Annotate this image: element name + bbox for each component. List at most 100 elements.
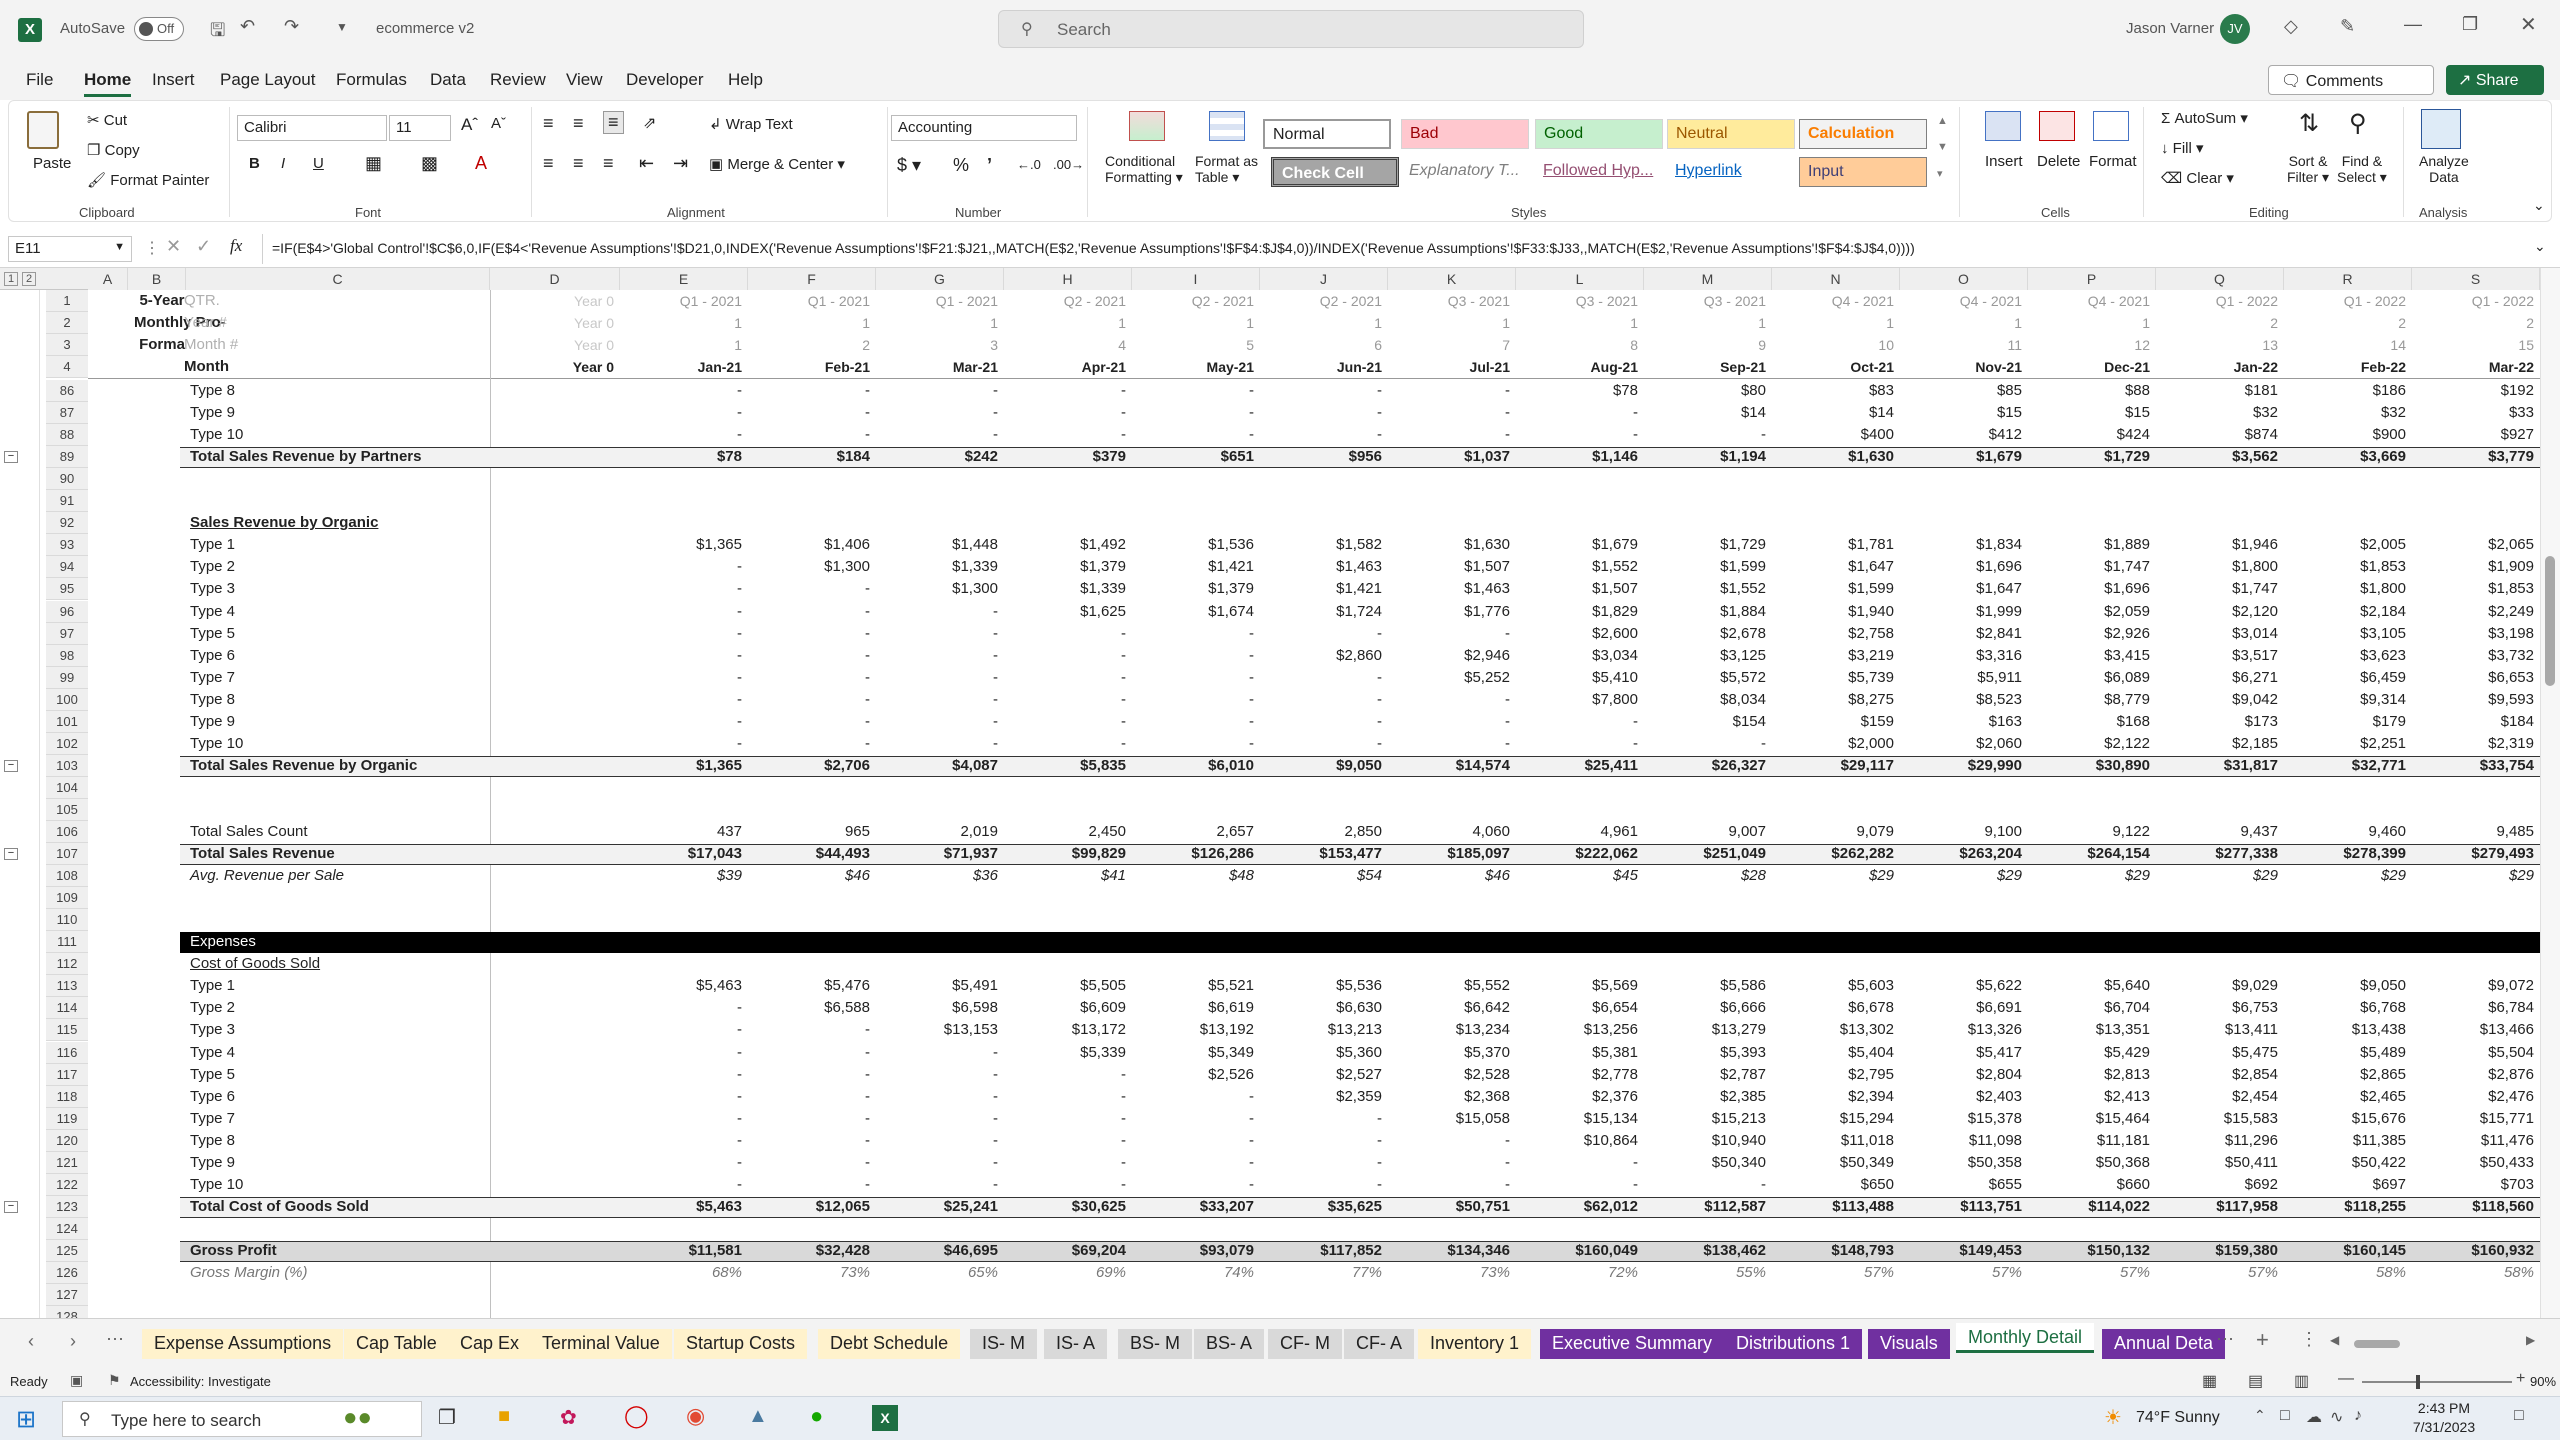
taskbar-search[interactable]: ⚲ Type here to search ●● [62,1401,422,1437]
table-cell[interactable]: $114,022 [2028,1196,2150,1218]
table-cell[interactable]: $262,282 [1772,843,1894,865]
table-cell[interactable]: - [620,667,742,689]
header-cell[interactable]: 1 [1388,312,1510,334]
upwork-icon[interactable]: ● [810,1403,823,1429]
table-cell[interactable]: $50,368 [2028,1152,2150,1174]
table-cell[interactable]: $6,089 [2028,667,2150,689]
table-cell[interactable]: $50,358 [1900,1152,2022,1174]
table-cell[interactable]: $138,462 [1644,1240,1766,1262]
clock-date[interactable]: 7/31/2023 [2404,1419,2484,1435]
table-cell[interactable]: $6,630 [1260,997,1382,1019]
header-cell[interactable]: Q3 - 2021 [1516,290,1638,312]
format-as-table-button[interactable]: Format as Table ▾ [1195,153,1258,186]
menu-page-layout[interactable]: Page Layout [220,70,315,90]
table-cell[interactable]: $10,940 [1644,1130,1766,1152]
table-cell[interactable]: $11,296 [2156,1130,2278,1152]
header-cell[interactable]: Jan-21 [620,356,742,378]
table-cell[interactable]: - [1132,689,1254,711]
table-cell[interactable]: $6,271 [2156,667,2278,689]
format-cells-button[interactable]: Format [2089,153,2137,170]
table-cell[interactable]: $3,562 [2156,446,2278,468]
row-label[interactable]: Type 9 [190,402,235,424]
scroll-left-icon[interactable]: ◀ [2330,1333,2339,1347]
column-header[interactable]: G [876,268,1004,290]
find-select-button[interactable]: Find & Select ▾ [2337,153,2387,186]
table-cell[interactable]: $1,889 [2028,534,2150,556]
table-cell[interactable]: $45 [1516,865,1638,887]
header-cell[interactable]: 1 [1132,312,1254,334]
percent-icon[interactable]: % [953,155,969,176]
table-cell[interactable]: - [1132,711,1254,733]
table-cell[interactable]: - [748,1152,870,1174]
table-cell[interactable]: $39 [620,865,742,887]
table-cell[interactable]: $1,536 [1132,534,1254,556]
table-cell[interactable]: $30,890 [2028,755,2150,777]
row-number[interactable]: 103 [46,754,88,777]
row-label[interactable]: Type 7 [190,1108,235,1130]
table-cell[interactable]: 9,079 [1772,821,1894,843]
menu-home[interactable]: Home [84,70,132,97]
header-cell[interactable]: 6 [1260,334,1382,356]
styles-scroll-up-icon[interactable]: ▲ [1937,115,1948,127]
row-number[interactable]: 4 [46,356,88,378]
table-cell[interactable]: $62,012 [1516,1196,1638,1218]
row-number[interactable]: 111 [46,931,88,954]
table-cell[interactable]: $2,841 [1900,623,2022,645]
row-label[interactable]: Type 5 [190,1064,235,1086]
table-cell[interactable]: $30,625 [1004,1196,1126,1218]
table-cell[interactable]: $11,476 [2412,1130,2534,1152]
table-cell[interactable]: $5,552 [1388,975,1510,997]
table-cell[interactable]: - [620,623,742,645]
table-cell[interactable]: $134,346 [1388,1240,1510,1262]
table-cell[interactable]: $168 [2028,711,2150,733]
table-cell[interactable]: $6,598 [876,997,998,1019]
table-cell[interactable]: $6,619 [1132,997,1254,1019]
table-cell[interactable]: $1,834 [1900,534,2022,556]
table-cell[interactable]: - [620,711,742,733]
table-cell[interactable]: $160,932 [2412,1240,2534,1262]
conditional-formatting-icon[interactable] [1129,111,1165,141]
sort-filter-button[interactable]: Sort & Filter ▾ [2287,153,2329,186]
table-cell[interactable]: - [1260,1152,1382,1174]
column-header[interactable]: S [2412,268,2540,290]
table-cell[interactable]: - [1516,733,1638,755]
table-cell[interactable]: $3,415 [2028,645,2150,667]
header-cell[interactable]: Q1 - 2022 [2284,290,2406,312]
header-cell[interactable]: Q3 - 2021 [1644,290,1766,312]
table-cell[interactable]: $5,463 [620,1196,742,1218]
header-cell[interactable]: Q4 - 2021 [2028,290,2150,312]
table-cell[interactable]: - [1004,402,1126,424]
table-cell[interactable]: 73% [1388,1262,1510,1284]
column-header[interactable]: J [1260,268,1388,290]
copy-button[interactable]: ❐ Copy [87,141,140,159]
sheet-tab[interactable]: Startup Costs [674,1329,808,1359]
header-cell[interactable]: Q2 - 2021 [1004,290,1126,312]
table-cell[interactable]: $12,065 [748,1196,870,1218]
sheet-tab[interactable]: Expense Assumptions [142,1329,344,1359]
table-cell[interactable]: - [1004,1152,1126,1174]
table-cell[interactable]: $5,429 [2028,1042,2150,1064]
table-cell[interactable]: $412 [1900,424,2022,446]
table-cell[interactable]: $655 [1900,1174,2022,1196]
row-label[interactable]: Type 7 [190,667,235,689]
header-cell[interactable]: 1 [876,312,998,334]
normal-view-icon[interactable]: ▦ [2202,1371,2217,1391]
fill-color-icon[interactable]: ▩ [421,153,438,174]
sheet-tab[interactable]: Executive Summary [1540,1329,1725,1359]
table-cell[interactable]: $1,884 [1644,601,1766,623]
table-cell[interactable]: $5,572 [1644,667,1766,689]
table-cell[interactable]: - [1260,711,1382,733]
task-view-icon[interactable]: ❐ [438,1405,456,1430]
table-cell[interactable]: $1,365 [620,534,742,556]
row-number[interactable]: 93 [46,534,88,557]
table-cell[interactable]: $5,835 [1004,755,1126,777]
table-cell[interactable]: $1,406 [748,534,870,556]
table-cell[interactable]: $1,300 [748,556,870,578]
table-cell[interactable]: $1,781 [1772,534,1894,556]
table-cell[interactable]: $2,787 [1644,1064,1766,1086]
column-header[interactable]: B [128,268,186,290]
row-label[interactable]: Type 4 [190,601,235,623]
table-cell[interactable]: - [876,1086,998,1108]
menu-data[interactable]: Data [430,70,466,90]
table-cell[interactable]: - [1260,623,1382,645]
